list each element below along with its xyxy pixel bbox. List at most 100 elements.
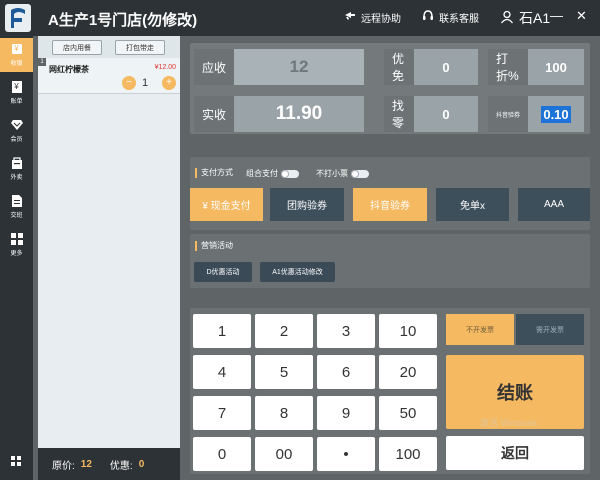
sidebar-item-takeout[interactable]: 外卖 bbox=[0, 152, 33, 186]
bill-icon: ¥ bbox=[11, 81, 23, 93]
back-button[interactable]: 返回 bbox=[446, 436, 584, 470]
sidebar-item-label: 交班 bbox=[10, 213, 23, 219]
sidebar: ¥ 收银 ¥ 账单 会员 外卖 交班 更多 bbox=[0, 36, 33, 480]
top-bar: A生产1号门店(勿修改) 远程协助 联系客服 石A1 — ✕ bbox=[0, 0, 600, 36]
key-3[interactable]: 3 bbox=[317, 314, 375, 348]
discount-total-label: 优惠: bbox=[109, 460, 133, 472]
member-icon bbox=[10, 119, 23, 131]
free-order-button[interactable]: 免单x bbox=[436, 188, 509, 221]
key-2[interactable]: 2 bbox=[255, 314, 313, 348]
payment-method-title: 支付方式 bbox=[195, 167, 233, 178]
key-00[interactable]: 00 bbox=[255, 437, 313, 471]
item-name: 网红柠檬茶 bbox=[49, 65, 89, 74]
takeout-icon bbox=[11, 157, 23, 169]
remote-assist-label: 远程协助 bbox=[361, 14, 401, 25]
paid-input[interactable]: 11.90 bbox=[234, 96, 364, 132]
key-7[interactable]: 7 bbox=[193, 396, 251, 430]
item-index: 1 bbox=[38, 58, 46, 66]
handover-icon bbox=[11, 195, 23, 207]
app-logo bbox=[5, 4, 31, 32]
promotion-label: 营销活动 bbox=[201, 241, 233, 250]
no-receipt-toggle[interactable]: 不打小票 bbox=[316, 168, 369, 179]
key-5[interactable]: 5 bbox=[255, 355, 313, 389]
paid-label: 实收 bbox=[194, 96, 234, 132]
close-button[interactable]: ✕ bbox=[576, 8, 587, 24]
key-50[interactable]: 50 bbox=[379, 396, 437, 430]
section-accent bbox=[195, 167, 197, 178]
discount-input[interactable]: 0 bbox=[414, 49, 478, 85]
sidebar-item-member[interactable]: 会员 bbox=[0, 114, 33, 148]
user-icon bbox=[500, 10, 514, 27]
more-icon bbox=[10, 233, 23, 245]
app-grid-icon[interactable] bbox=[11, 453, 21, 471]
need-invoice-button[interactable]: 需开发票 bbox=[516, 314, 584, 345]
sidebar-item-label: 外卖 bbox=[10, 175, 23, 181]
sidebar-item-more[interactable]: 更多 bbox=[0, 228, 33, 262]
discount-total-value: 0 bbox=[138, 458, 145, 470]
headset-icon bbox=[422, 10, 434, 25]
contact-support-button[interactable]: 联系客服 bbox=[422, 10, 479, 25]
original-price-value: 12 bbox=[80, 458, 92, 470]
item-price: ¥12.00 bbox=[154, 64, 176, 71]
douyin-input[interactable]: 0.10 bbox=[528, 96, 584, 132]
key-100[interactable]: 100 bbox=[379, 437, 437, 471]
sidebar-item-label: 会员 bbox=[10, 137, 23, 143]
aaa-pay-button[interactable]: AAA bbox=[518, 188, 590, 221]
key-9[interactable]: 9 bbox=[317, 396, 375, 430]
dine-in-button[interactable]: 店内用餐 bbox=[52, 40, 102, 55]
section-accent bbox=[195, 240, 197, 251]
order-footer: 原价: 12 优惠: 0 bbox=[38, 448, 180, 480]
discount-label: 优免 bbox=[384, 49, 414, 85]
key-6[interactable]: 6 bbox=[317, 355, 375, 389]
activate-windows-watermark: 激活 Windows bbox=[480, 418, 538, 428]
sidebar-item-label: 收银 bbox=[10, 61, 23, 67]
change-label: 找零 bbox=[384, 96, 414, 132]
combo-pay-switch[interactable] bbox=[281, 169, 299, 178]
promo-d-button[interactable]: D优惠活动 bbox=[194, 262, 252, 282]
sidebar-item-label: 账单 bbox=[10, 99, 23, 105]
combo-pay-label: 组合支付 bbox=[246, 169, 278, 178]
key-8[interactable]: 8 bbox=[255, 396, 313, 430]
promo-a1-button[interactable]: A1优惠活动修改 bbox=[260, 262, 335, 282]
douyin-coupon-button[interactable]: 抖音验券 bbox=[353, 188, 427, 221]
group-coupon-button[interactable]: 团购验券 bbox=[270, 188, 344, 221]
order-item[interactable]: 1 网红柠檬茶 ¥12.00 − 1 + bbox=[38, 58, 180, 94]
receivable-label: 应收 bbox=[194, 49, 234, 85]
close-icon: ✕ bbox=[576, 8, 587, 23]
rate-label: 打折% bbox=[488, 49, 528, 85]
user-menu[interactable]: 石A1 bbox=[500, 8, 550, 28]
no-receipt-label: 不打小票 bbox=[316, 169, 348, 178]
order-panel: 店内用餐 打包带走 1 网红柠檬茶 ¥12.00 − 1 + bbox=[38, 36, 180, 448]
remote-assist-button[interactable]: 远程协助 bbox=[344, 10, 401, 25]
sidebar-item-handover[interactable]: 交班 bbox=[0, 190, 33, 224]
receivable-value: 12 bbox=[234, 49, 364, 85]
cash-pay-button[interactable]: ¥ 现金支付 bbox=[190, 188, 263, 221]
key-10[interactable]: 10 bbox=[379, 314, 437, 348]
rate-input[interactable]: 100 bbox=[528, 49, 584, 85]
no-invoice-button[interactable]: 不开发票 bbox=[446, 314, 514, 345]
minimize-button[interactable]: — bbox=[550, 8, 563, 23]
qty-minus-button[interactable]: − bbox=[122, 76, 136, 90]
sidebar-item-cashier[interactable]: ¥ 收银 bbox=[0, 38, 33, 72]
sidebar-item-bill[interactable]: ¥ 账单 bbox=[0, 76, 33, 110]
item-qty: 1 bbox=[142, 77, 149, 89]
key-4[interactable]: 4 bbox=[193, 355, 251, 389]
qty-plus-button[interactable]: + bbox=[162, 76, 176, 90]
key-20[interactable]: 20 bbox=[379, 355, 437, 389]
minimize-icon: — bbox=[550, 8, 563, 23]
key-dot[interactable]: • bbox=[317, 437, 375, 471]
payment-method-label: 支付方式 bbox=[201, 168, 233, 177]
key-1[interactable]: 1 bbox=[193, 314, 251, 348]
takeaway-button[interactable]: 打包带走 bbox=[115, 40, 165, 55]
change-value: 0 bbox=[414, 96, 478, 132]
sidebar-item-label: 更多 bbox=[10, 251, 23, 257]
shop-title: A生产1号门店(勿修改) bbox=[48, 12, 198, 29]
contact-support-label: 联系客服 bbox=[439, 14, 479, 25]
payment-summary: 应收 12 优免 0 打折% 100 实收 11.90 找零 0 抖音验券 0.… bbox=[190, 43, 590, 134]
user-name: 石A1 bbox=[519, 10, 551, 26]
remote-assist-icon bbox=[344, 11, 356, 24]
key-0[interactable]: 0 bbox=[193, 437, 251, 471]
order-list: 1 网红柠檬茶 ¥12.00 − 1 + bbox=[38, 58, 180, 448]
no-receipt-switch[interactable] bbox=[351, 169, 369, 178]
combo-pay-toggle[interactable]: 组合支付 bbox=[246, 168, 299, 179]
